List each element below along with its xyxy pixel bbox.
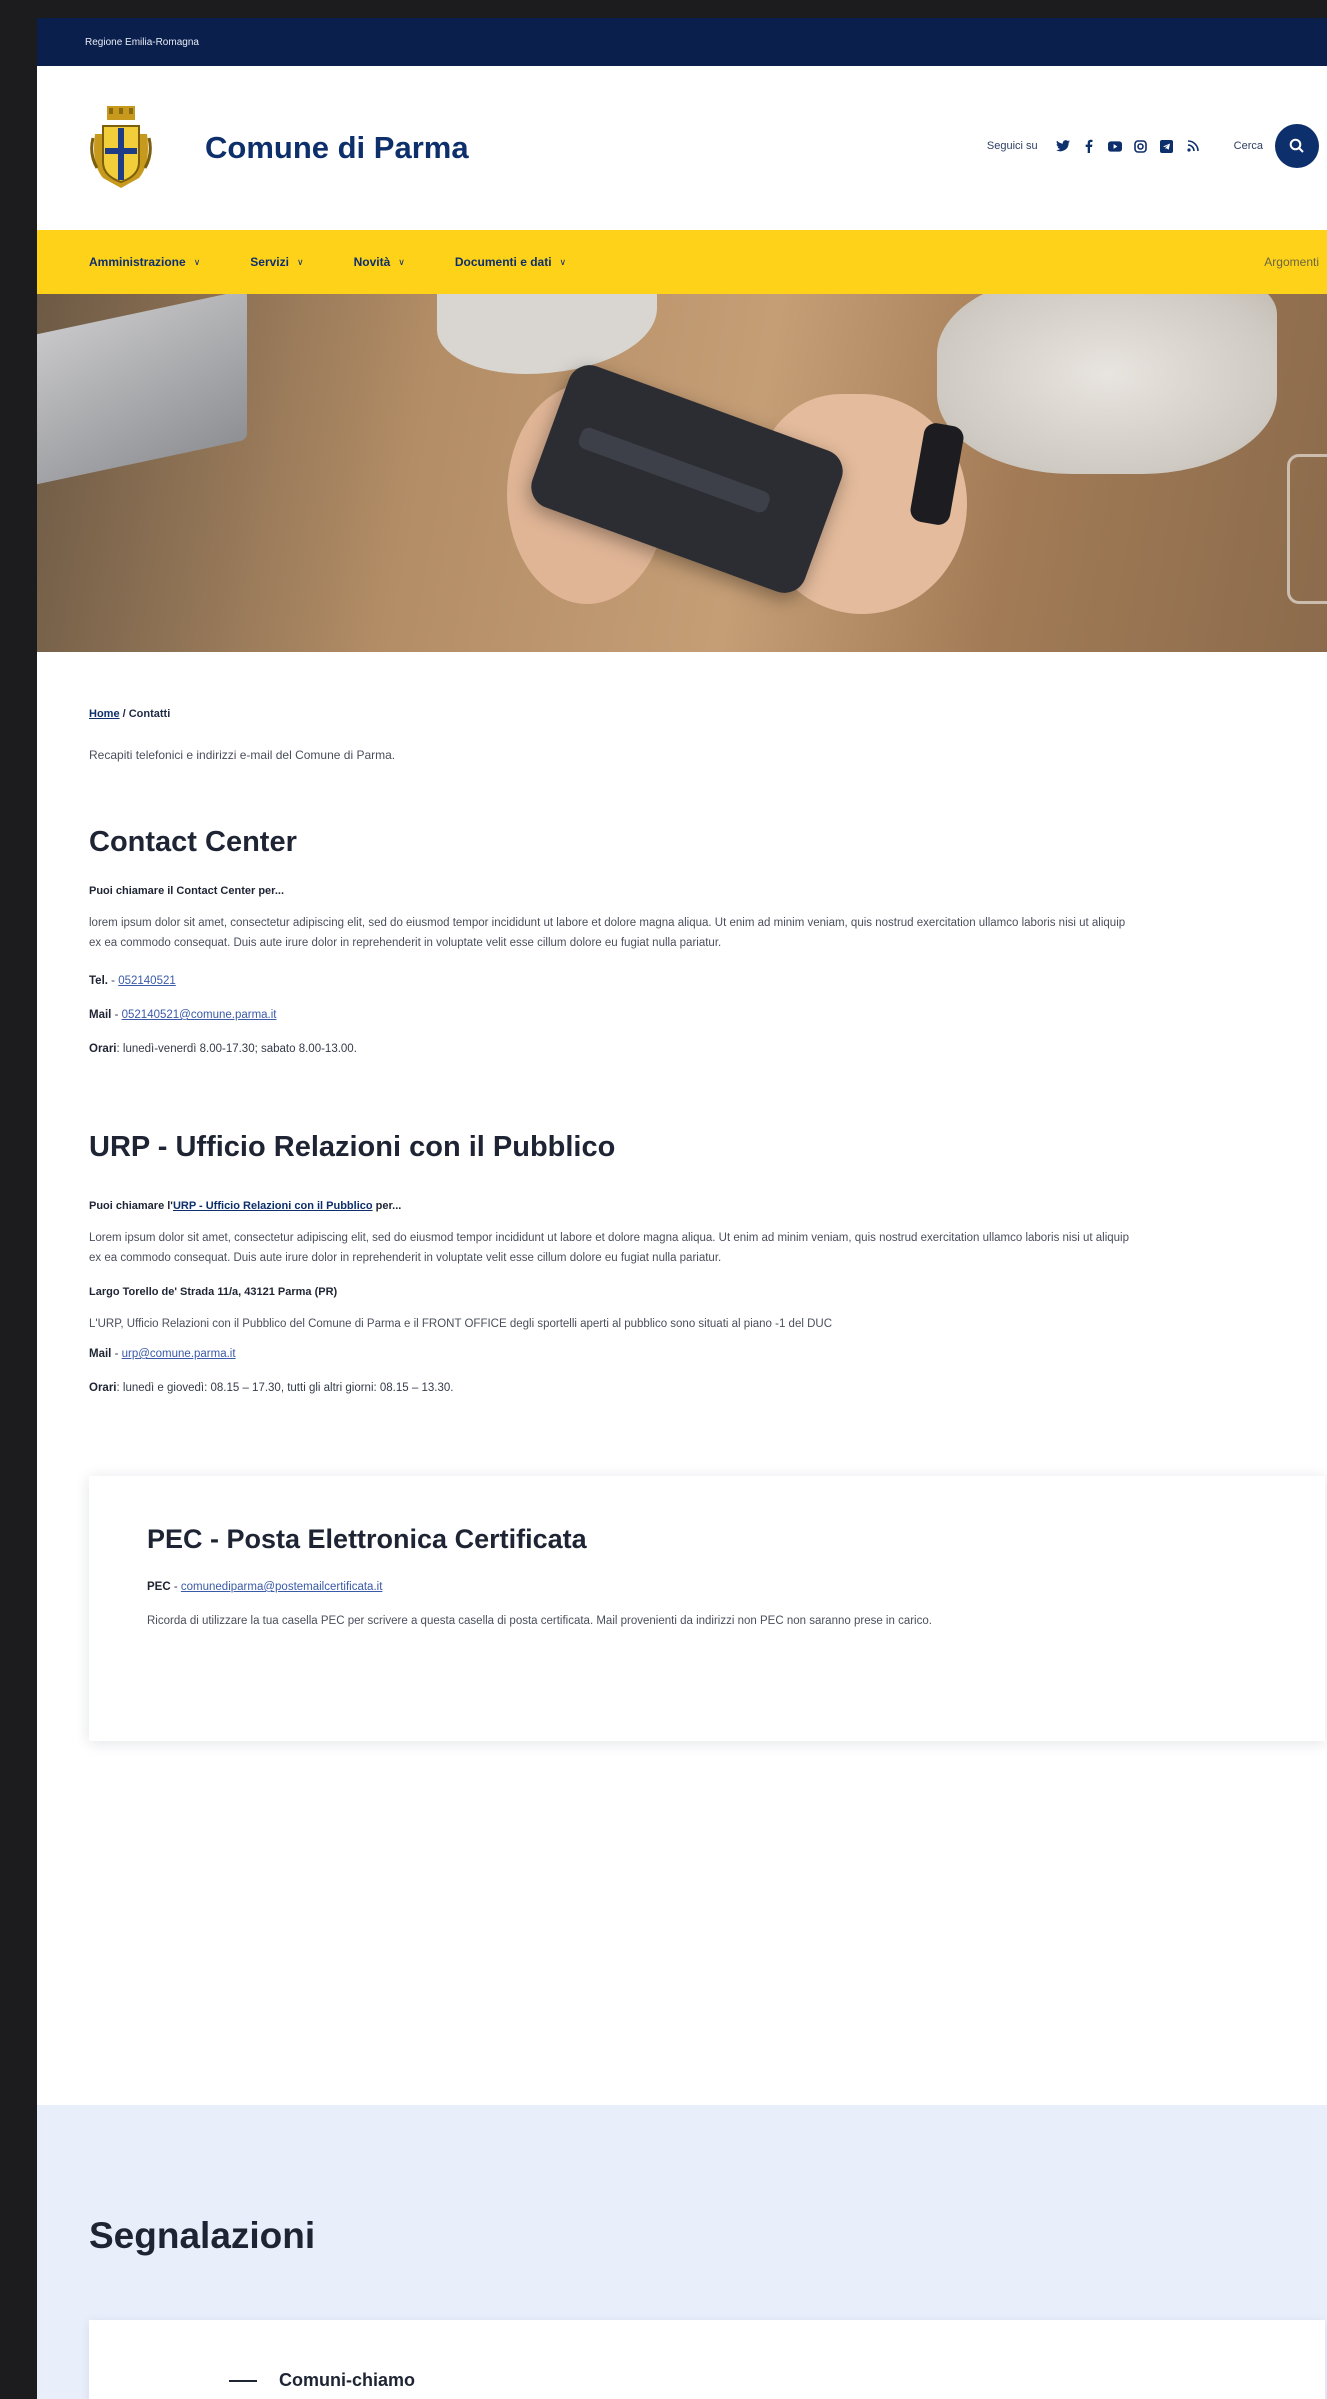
- segnalazioni-card: Comuni-chiamo: [89, 2320, 1325, 2399]
- instagram-icon[interactable]: [1134, 139, 1148, 153]
- telegram-icon[interactable]: [1160, 139, 1174, 153]
- nav-item-label: Novità: [353, 255, 391, 269]
- page-intro: Recapiti telefonici e indirizzi e-mail d…: [89, 748, 396, 762]
- pec-label: PEC: [147, 1581, 171, 1593]
- chevron-down-icon: ∨: [296, 256, 304, 267]
- contact-center-tel: Tel. - 052140521: [89, 975, 176, 987]
- nav-item-amministrazione[interactable]: Amministrazione ∨: [89, 255, 200, 269]
- urp-text: Lorem ipsum dolor sit amet, consectetur …: [89, 1232, 1129, 1264]
- mail-label: Mail: [89, 1009, 112, 1021]
- tel-link[interactable]: 052140521: [118, 975, 176, 987]
- pec-card: PEC - Posta Elettronica Certificata PEC …: [89, 1476, 1325, 1741]
- contact-center-title: Contact Center: [89, 826, 297, 858]
- nav-item-label: Amministrazione: [89, 255, 186, 269]
- search-button[interactable]: [1275, 124, 1319, 168]
- urp-hours: Orari: lunedì e giovedì: 08.15 – 17.30, …: [89, 1382, 454, 1394]
- parma-crest-logo[interactable]: [89, 104, 153, 192]
- breadcrumb-home[interactable]: Home: [89, 708, 120, 720]
- mail-link[interactable]: 052140521@comune.parma.it: [122, 1009, 277, 1021]
- search-icon: [1289, 138, 1304, 153]
- urp-mail: Mail - urp@comune.parma.it: [89, 1348, 236, 1360]
- breadcrumb-separator: /: [119, 708, 129, 720]
- urp-subhead: Puoi chiamare l'URP - Ufficio Relazioni …: [89, 1200, 1267, 1212]
- breadcrumb-current: Contatti: [128, 708, 171, 720]
- nav-item-servizi[interactable]: Servizi ∨: [250, 255, 303, 269]
- site-title[interactable]: Comune di Parma: [205, 130, 469, 166]
- hero-image: [37, 294, 1327, 652]
- segnalazioni-item-label: Comuni-chiamo: [279, 2370, 416, 2390]
- main-nav: Amministrazione ∨ Servizi ∨ Novità ∨ Doc…: [37, 230, 1327, 294]
- urp-address: Largo Torello de' Strada 11/a, 43121 Par…: [89, 1286, 338, 1298]
- nav-item-novita[interactable]: Novità ∨: [354, 255, 405, 269]
- social-links: [1055, 139, 1200, 153]
- chevron-down-icon: ∨: [398, 256, 405, 267]
- pec-note: Ricorda di utilizzare la tua casella PEC…: [147, 1615, 932, 1627]
- segnalazioni-item[interactable]: Comuni-chiamo: [229, 2370, 415, 2391]
- urp-mail-link[interactable]: urp@comune.parma.it: [122, 1348, 236, 1360]
- region-bar: Regione Emilia-Romagna: [37, 18, 1327, 66]
- site-header: Comune di Parma Seguici su Cerca: [37, 66, 1327, 230]
- follow-label: Seguici su: [986, 140, 1038, 152]
- twitter-icon[interactable]: [1055, 139, 1070, 153]
- youtube-icon[interactable]: [1107, 139, 1122, 153]
- tel-label: Tel.: [89, 975, 108, 987]
- urp-description: L'URP, Ufficio Relazioni con il Pubblico…: [89, 1318, 833, 1330]
- urp-title: URP - Ufficio Relazioni con il Pubblico: [89, 1131, 616, 1163]
- urp-subhead-pre: Puoi chiamare l': [89, 1200, 173, 1212]
- hours-label: Orari: [89, 1043, 117, 1055]
- urp-link[interactable]: URP - Ufficio Relazioni con il Pubblico: [173, 1200, 373, 1212]
- chevron-down-icon: ∨: [193, 256, 201, 267]
- breadcrumb: Home / Contatti: [89, 708, 1267, 720]
- mail-label: Mail: [89, 1348, 112, 1360]
- pec-address: PEC - comunediparma@postemailcertificata…: [147, 1581, 383, 1593]
- urp-subhead-post: per...: [372, 1200, 402, 1212]
- header-tools: Seguici su Cerca: [987, 124, 1319, 168]
- hours-value: lunedì e giovedì: 08.15 – 17.30, tutti g…: [122, 1382, 454, 1394]
- search-label[interactable]: Cerca: [1234, 140, 1263, 152]
- chevron-down-icon: ∨: [559, 256, 567, 267]
- hours-value: lunedì-venerdì 8.00-17.30; sabato 8.00-1…: [122, 1043, 357, 1055]
- contact-center-hours: Orari: lunedì-venerdì 8.00-17.30; sabato…: [89, 1043, 357, 1055]
- nav-item-label: Documenti e dati: [454, 255, 552, 269]
- pec-link[interactable]: comunediparma@postemailcertificata.it: [181, 1581, 383, 1593]
- nav-item-label: Servizi: [250, 255, 289, 269]
- nav-item-documenti[interactable]: Documenti e dati ∨: [455, 255, 566, 269]
- dash-icon: [229, 2379, 257, 2382]
- page: Regione Emilia-Romagna Comune di Parma S…: [37, 18, 1327, 2399]
- rss-icon[interactable]: [1186, 139, 1200, 153]
- region-link[interactable]: Regione Emilia-Romagna: [85, 37, 199, 48]
- pec-title: PEC - Posta Elettronica Certificata: [147, 1524, 587, 1554]
- hours-label: Orari: [89, 1382, 117, 1394]
- nav-topics-link[interactable]: Argomenti: [1264, 255, 1319, 269]
- main-content: Home / Contatti Recapiti telefonici e in…: [37, 708, 1327, 1394]
- segnalazioni-section: Segnalazioni Comuni-chiamo: [37, 2105, 1327, 2399]
- contact-center-text: lorem ipsum dolor sit amet, consectetur …: [89, 917, 1126, 949]
- segnalazioni-title: Segnalazioni: [89, 2215, 316, 2256]
- contact-center-mail: Mail - 052140521@comune.parma.it: [89, 1009, 277, 1021]
- contact-center-subhead: Puoi chiamare il Contact Center per...: [89, 885, 284, 897]
- facebook-icon[interactable]: [1082, 139, 1096, 153]
